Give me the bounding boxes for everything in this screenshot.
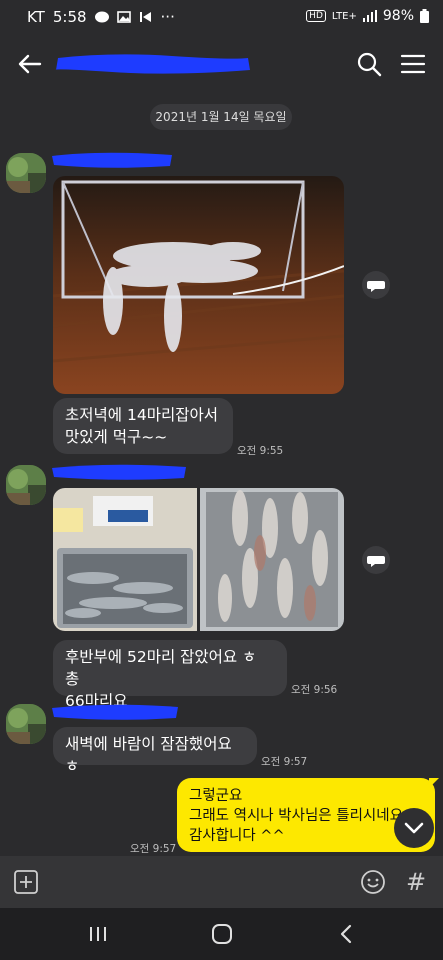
scroll-to-bottom-button[interactable] <box>394 808 434 848</box>
signal-icon <box>362 10 377 22</box>
speech-bubble-icon <box>367 556 385 567</box>
redacted-sender-name <box>52 704 178 720</box>
chat-header <box>0 34 443 94</box>
recent-apps-icon[interactable] <box>88 924 108 944</box>
redacted-sender-name <box>52 152 172 168</box>
date-divider: 2021년 1월 14일 목요일 <box>150 104 292 130</box>
share-button[interactable] <box>362 271 390 299</box>
carrier: KT <box>27 8 45 26</box>
hamburger-menu-icon[interactable] <box>400 52 426 76</box>
message-input-bar[interactable]: # <box>0 856 443 908</box>
redacted-chat-title <box>55 54 250 74</box>
redacted-sender-name <box>52 464 186 480</box>
my-message-line: 감사합니다 ^^ <box>189 828 285 844</box>
chevron-down-icon <box>404 822 424 834</box>
hashtag-icon[interactable]: # <box>406 868 426 896</box>
message-bubble[interactable]: 초저녁에 14마리잡아서 맛있게 먹구~~ <box>53 398 233 454</box>
message-bubble[interactable]: 후반부에 52마리 잡았어요 ㅎ 총 66마리요 <box>53 640 287 710</box>
message-bubble[interactable]: 새벽에 바람이 잠잠했어요ㅎ <box>53 727 257 775</box>
squid-basket-photo[interactable] <box>53 176 344 394</box>
gallery-notification-icon <box>116 11 131 23</box>
search-icon[interactable] <box>356 51 382 77</box>
share-button[interactable] <box>362 546 390 574</box>
my-message-time: 오전 9:57 <box>130 843 177 855</box>
more-notifications: ··· <box>160 8 175 26</box>
message-text: 새벽에 바람이 잠잠했어요ㅎ <box>65 735 232 775</box>
message-text-line: 초저녁에 14마리잡아서 <box>65 406 218 424</box>
chat-notification-icon <box>94 11 109 23</box>
speech-bubble-icon <box>367 281 385 292</box>
system-navigation-bar <box>0 908 443 960</box>
back-icon[interactable] <box>336 923 356 945</box>
message-time: 오전 9:57 <box>261 756 308 768</box>
emoji-icon[interactable] <box>360 869 386 895</box>
network-type: LTE+ <box>331 10 357 22</box>
status-bar: KT 5:58 ··· HD LTE+ 98% <box>0 0 443 34</box>
squid-tray-photo-right[interactable] <box>200 488 344 631</box>
clock: 5:58 <box>52 8 87 26</box>
avatar[interactable] <box>6 465 46 505</box>
home-icon[interactable] <box>211 923 233 945</box>
message-time: 오전 9:56 <box>291 684 338 696</box>
avatar[interactable] <box>6 704 46 744</box>
message-text-line: 후반부에 52마리 잡았어요 ㅎ 총 <box>65 648 257 688</box>
message-time: 오전 9:55 <box>237 445 284 457</box>
battery-percent: 98% <box>382 8 414 24</box>
my-message-line: 그래도 역시나 박사님은 틀리시네요 <box>189 808 403 824</box>
battery-icon <box>420 9 429 23</box>
my-message-line: 그렇군요 <box>189 788 243 804</box>
bubble-tail <box>429 778 439 788</box>
avatar[interactable] <box>6 153 46 193</box>
hd-voice-badge: HD <box>306 10 326 22</box>
message-text-line: 맛있게 먹구~~ <box>65 428 168 446</box>
media-notification-icon <box>139 12 151 22</box>
plus-icon[interactable] <box>14 870 38 894</box>
squid-tray-photo-left[interactable] <box>53 488 197 631</box>
arrow-left-icon[interactable] <box>16 50 44 78</box>
